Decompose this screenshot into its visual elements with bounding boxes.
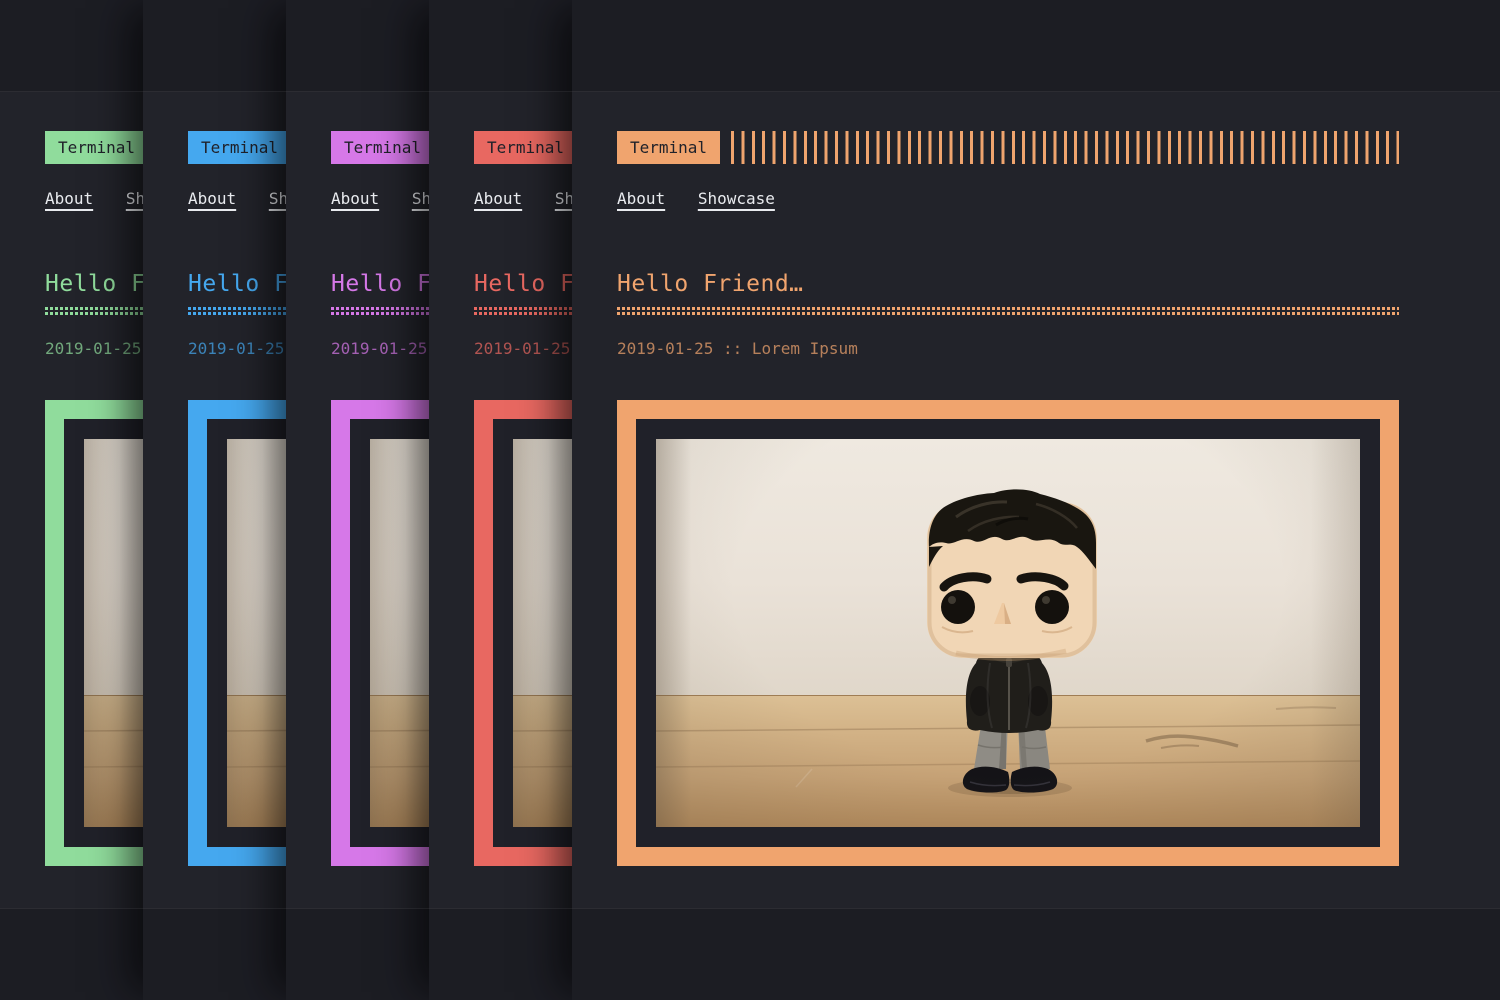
header-bars-decoration (731, 131, 1399, 164)
theme-showcase-stage: Terminal About Showcase Hello Friend… 20… (0, 0, 1500, 1000)
site-logo[interactable]: Terminal (45, 131, 148, 164)
nav-link-about[interactable]: About (331, 189, 379, 208)
post-meta: 2019-01-25 :: Lorem Ipsum (617, 341, 1399, 356)
site-logo[interactable]: Terminal (331, 131, 434, 164)
post-image-frame (617, 400, 1399, 866)
theme-panel-orange: Terminal About Showcase Hello Friend… 20… (572, 0, 1500, 1000)
site-logo[interactable]: Terminal (188, 131, 291, 164)
nav-link-about[interactable]: About (474, 189, 522, 208)
nav-link-about[interactable]: About (188, 189, 236, 208)
nav-link-about[interactable]: About (617, 189, 665, 208)
nav-link-showcase[interactable]: Showcase (698, 189, 775, 208)
site-logo[interactable]: Terminal (617, 131, 720, 164)
main-nav: About Showcase (617, 189, 1399, 210)
funko-pop-photo (656, 439, 1360, 827)
dot-row (617, 312, 1399, 315)
dot-row (617, 307, 1399, 310)
title-dotted-underline (617, 307, 1399, 315)
photo-vignette (656, 439, 1360, 827)
site-logo[interactable]: Terminal (474, 131, 577, 164)
post-title: Hello Friend… (617, 273, 1399, 296)
site-header: Terminal (617, 131, 1399, 164)
nav-link-about[interactable]: About (45, 189, 93, 208)
page-container: Terminal About Showcase Hello Friend… 20… (617, 131, 1399, 866)
